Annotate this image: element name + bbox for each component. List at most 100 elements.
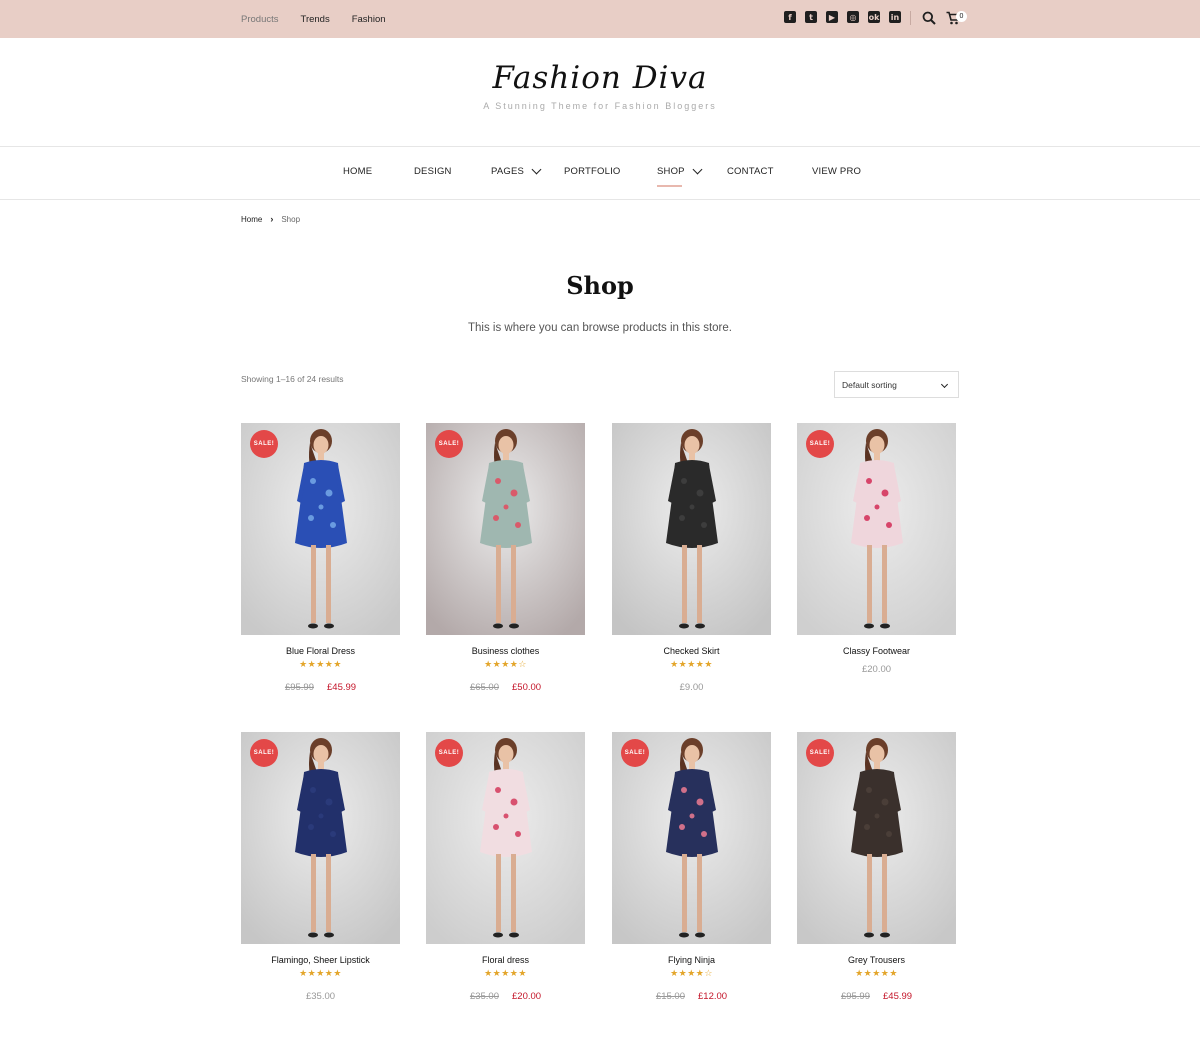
regular-price: £9.00 (679, 682, 704, 693)
nav-divider (0, 199, 1200, 200)
breadcrumb-current: Shop (281, 214, 301, 224)
nav-item-design[interactable]: DESIGN (414, 166, 452, 177)
sale-price: £50.00 (512, 682, 542, 693)
nav-label: HOME (343, 166, 373, 177)
product-name[interactable]: Floral dress (426, 955, 585, 965)
product-price: £20.00 (797, 664, 956, 675)
youtube-icon[interactable]: ▶ (826, 11, 838, 23)
product-name[interactable]: Checked Skirt (612, 646, 771, 656)
nav-label: PORTFOLIO (564, 166, 621, 177)
page-description: This is where you can browse products in… (468, 322, 732, 334)
nav-item-home[interactable]: HOME (343, 166, 372, 177)
active-nav-underline (657, 185, 682, 187)
product-image[interactable]: SALE! (612, 732, 771, 944)
nav-label: CONTACT (727, 166, 774, 177)
result-count: Showing 1–16 of 24 results (241, 374, 344, 384)
odnoklassniki-icon[interactable]: ok (868, 11, 880, 23)
product-card[interactable]: SALE! Blue Floral Dress ★★★★★ £95.99 £45.99 (241, 423, 400, 693)
product-image[interactable]: SALE! (797, 423, 956, 635)
product-card[interactable]: SALE! Business clothes ★★★★☆ £65.00 £50.00 (426, 423, 585, 693)
site-title[interactable]: Fashion Diva (0, 60, 1200, 96)
instagram-icon[interactable]: ◎ (847, 11, 859, 23)
top-nav-products[interactable]: Products (241, 14, 279, 25)
product-card[interactable]: SALE! Grey Trousers ★★★★★ £95.99 £45.99 (797, 732, 956, 1002)
sale-price: £12.00 (698, 991, 728, 1002)
product-card[interactable]: Checked Skirt ★★★★★ £9.00 (612, 423, 771, 693)
nav-item-view-pro[interactable]: VIEW PRO (812, 166, 861, 177)
old-price: £35.00 (469, 991, 499, 1002)
product-card[interactable]: SALE! Classy Footwear £20.00 (797, 423, 956, 675)
nav-label: DESIGN (414, 166, 452, 177)
product-image[interactable]: SALE! (426, 423, 585, 635)
nav-label: VIEW PRO (812, 166, 862, 177)
sale-badge: SALE! (806, 430, 834, 458)
sort-select[interactable]: Default sorting (834, 371, 959, 398)
sort-select-value: Default sorting (842, 379, 897, 390)
top-nav-fashion[interactable]: Fashion (352, 14, 386, 25)
facebook-icon[interactable]: f (784, 11, 796, 23)
product-name[interactable]: Classy Footwear (797, 646, 956, 656)
chevron-down-icon (692, 164, 703, 175)
old-price: £95.99 (284, 682, 314, 693)
header-divider (0, 146, 1200, 147)
cart-count-badge: 0 (956, 11, 967, 22)
rating-stars: ★★★★★ (299, 660, 342, 670)
product-card[interactable]: SALE! Flamingo, Sheer Lipstick ★★★★★ £35.00 (241, 732, 400, 1002)
product-image[interactable] (612, 423, 771, 635)
product-price: £35.00 £20.00 (426, 991, 585, 1002)
top-bar-divider (910, 11, 911, 25)
twitter-icon[interactable]: t (805, 11, 817, 23)
regular-price: £20.00 (861, 664, 892, 675)
social-links: f t ▶ ◎ ok in (784, 11, 901, 23)
product-name[interactable]: Grey Trousers (797, 955, 956, 965)
top-nav: Products Trends Fashion (241, 0, 386, 38)
rating-stars: ★★★★★ (299, 969, 342, 979)
product-image[interactable]: SALE! (241, 732, 400, 944)
product-name[interactable]: Flying Ninja (612, 955, 771, 965)
site-tagline: A Stunning Theme for Fashion Bloggers (483, 101, 717, 111)
sale-price: £45.99 (327, 682, 357, 693)
breadcrumb-separator: › (270, 214, 274, 224)
product-name[interactable]: Business clothes (426, 646, 585, 656)
sale-badge: SALE! (250, 430, 278, 458)
old-price: £65.00 (469, 682, 499, 693)
product-name[interactable]: Blue Floral Dress (241, 646, 400, 656)
search-icon[interactable] (922, 11, 936, 25)
top-nav-trends[interactable]: Trends (301, 14, 330, 25)
linkedin-icon[interactable]: in (889, 11, 901, 23)
product-image[interactable]: SALE! (426, 732, 585, 944)
nav-item-contact[interactable]: CONTACT (727, 166, 774, 177)
product-price: £95.99 £45.99 (797, 991, 956, 1002)
nav-label: SHOP (657, 166, 685, 177)
product-image[interactable]: SALE! (241, 423, 400, 635)
old-price: £15.00 (655, 991, 685, 1002)
sale-badge: SALE! (806, 739, 834, 767)
rating-stars: ★★★★★ (670, 660, 713, 670)
regular-price: £35.00 (305, 991, 336, 1002)
rating-stars: ★★★★☆ (484, 660, 527, 670)
product-card[interactable]: SALE! Flying Ninja ★★★★☆ £15.00 £12.00 (612, 732, 771, 1002)
product-name[interactable]: Flamingo, Sheer Lipstick (241, 955, 400, 965)
breadcrumb: Home › Shop (241, 214, 300, 224)
product-price: £95.99 £45.99 (241, 682, 400, 693)
nav-item-pages[interactable]: PAGES (491, 164, 542, 177)
product-card[interactable]: SALE! Floral dress ★★★★★ £35.00 £20.00 (426, 732, 585, 1002)
chevron-down-icon (531, 164, 542, 175)
product-image[interactable]: SALE! (797, 732, 956, 944)
product-price: £35.00 (241, 991, 400, 1002)
sale-badge: SALE! (250, 739, 278, 767)
top-bar: Products Trends Fashion f t ▶ ◎ ok in 0 (0, 0, 1200, 38)
sale-badge: SALE! (435, 430, 463, 458)
nav-item-shop[interactable]: SHOP (657, 164, 703, 177)
page-title: Shop (566, 271, 634, 300)
old-price: £95.99 (840, 991, 870, 1002)
nav-label: PAGES (491, 166, 525, 177)
rating-stars: ★★★★★ (484, 969, 527, 979)
sale-badge: SALE! (621, 739, 649, 767)
product-price: £65.00 £50.00 (426, 682, 585, 693)
sale-price: £45.99 (883, 991, 913, 1002)
breadcrumb-home[interactable]: Home (241, 215, 262, 224)
product-price: £15.00 £12.00 (612, 991, 771, 1002)
product-price: £9.00 (612, 682, 771, 693)
nav-item-portfolio[interactable]: PORTFOLIO (564, 166, 621, 177)
